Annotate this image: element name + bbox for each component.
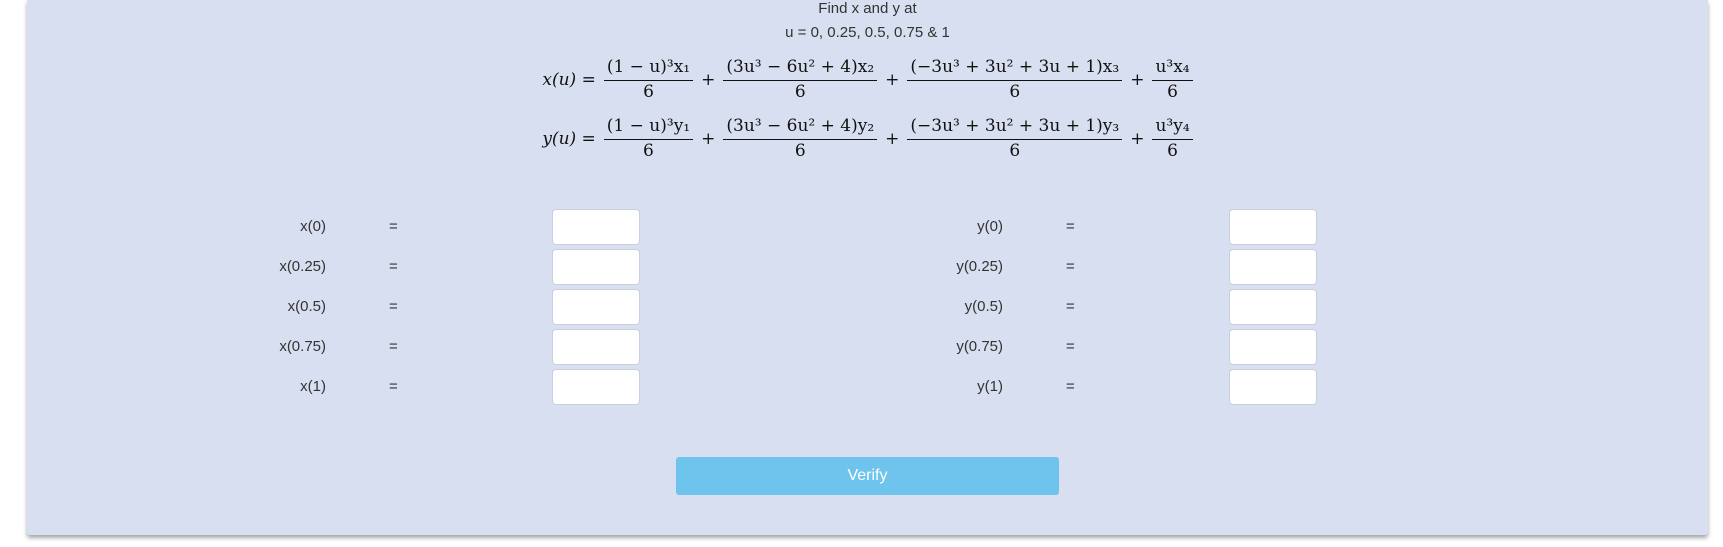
x-label: x(0): [300, 218, 326, 235]
y-term-1: (1 − u)³y₁ 6: [603, 116, 694, 161]
y-equals-sign: =: [1066, 378, 1075, 395]
y-term-3: (−3u³ + 3u² + 3u + 1)y₃ 6: [907, 116, 1123, 161]
x-term-1-numerator: (1 − u)³x₁: [603, 57, 694, 81]
x-label: x(0.5): [287, 298, 326, 315]
x-answer-input[interactable]: [552, 209, 640, 245]
x-equals-sign: =: [389, 378, 398, 395]
answer-row: x(0.75) = y(0.75) =: [27, 329, 1708, 365]
y-answer-input[interactable]: [1229, 369, 1317, 405]
x-term-4-numerator: u³x₄: [1152, 57, 1193, 81]
plus-sign: +: [701, 129, 716, 150]
x-term-1: (1 − u)³x₁ 6: [603, 57, 694, 102]
answer-row: x(1) = y(1) =: [27, 369, 1708, 405]
verify-button[interactable]: Verify: [676, 457, 1059, 495]
y-term-4-denominator: 6: [1167, 140, 1178, 161]
y-equation: y(u) = (1 − u)³y₁ 6 + (3u³ − 6u² + 4)y₂ …: [27, 116, 1708, 161]
answer-row: x(0.5) = y(0.5) =: [27, 289, 1708, 325]
plus-sign: +: [701, 70, 716, 91]
x-term-2-numerator: (3u³ − 6u² + 4)x₂: [723, 57, 878, 81]
x-equals-sign: =: [389, 258, 398, 275]
y-label: y(1): [977, 378, 1003, 395]
y-equals-sign: =: [1066, 338, 1075, 355]
y-label: y(0): [977, 218, 1003, 235]
plus-sign: +: [885, 70, 900, 91]
x-answer-input[interactable]: [552, 289, 640, 325]
y-equals-sign: =: [1066, 258, 1075, 275]
y-answer-input[interactable]: [1229, 329, 1317, 365]
x-answer-input[interactable]: [552, 369, 640, 405]
y-label: y(0.5): [964, 298, 1003, 315]
y-answer-input[interactable]: [1229, 249, 1317, 285]
x-term-3-numerator: (−3u³ + 3u² + 3u + 1)x₃: [907, 57, 1123, 81]
x-term-4-denominator: 6: [1167, 81, 1178, 102]
x-equation: x(u) = (1 − u)³x₁ 6 + (3u³ − 6u² + 4)x₂ …: [27, 57, 1708, 102]
problem-panel: Find x and y at u = 0, 0.25, 0.5, 0.75 &…: [27, 0, 1708, 535]
x-label: x(1): [300, 378, 326, 395]
y-term-1-denominator: 6: [643, 140, 654, 161]
y-term-3-numerator: (−3u³ + 3u² + 3u + 1)y₃: [907, 116, 1123, 140]
x-term-2: (3u³ − 6u² + 4)x₂ 6: [723, 57, 878, 102]
y-label: y(0.75): [956, 338, 1003, 355]
x-equals-sign: =: [389, 218, 398, 235]
x-term-3-denominator: 6: [1009, 81, 1021, 102]
y-term-2-numerator: (3u³ − 6u² + 4)y₂: [723, 116, 878, 140]
y-term-2-denominator: 6: [794, 140, 806, 161]
y-label: y(0.25): [956, 258, 1003, 275]
x-term-4: u³x₄ 6: [1152, 57, 1193, 102]
y-term-1-numerator: (1 − u)³y₁: [603, 116, 694, 140]
x-term-1-denominator: 6: [643, 81, 654, 102]
answer-row: x(0) = y(0) =: [27, 209, 1708, 245]
x-label: x(0.75): [279, 338, 326, 355]
y-equation-lhs: y(u) =: [542, 129, 596, 150]
x-equals-sign: =: [389, 338, 398, 355]
prompt-line-2: u = 0, 0.25, 0.5, 0.75 & 1: [785, 24, 950, 41]
y-equals-sign: =: [1066, 298, 1075, 315]
y-term-2: (3u³ − 6u² + 4)y₂ 6: [723, 116, 878, 161]
y-answer-input[interactable]: [1229, 289, 1317, 325]
x-label: x(0.25): [279, 258, 326, 275]
y-term-4-numerator: u³y₄: [1152, 116, 1193, 140]
y-term-3-denominator: 6: [1009, 140, 1021, 161]
plus-sign: +: [1130, 129, 1145, 150]
x-equation-lhs: x(u) =: [542, 70, 596, 91]
x-equals-sign: =: [389, 298, 398, 315]
y-term-4: u³y₄ 6: [1152, 116, 1193, 161]
y-answer-input[interactable]: [1229, 209, 1317, 245]
prompt-line-1: Find x and y at: [818, 0, 917, 17]
plus-sign: +: [1130, 70, 1145, 91]
x-answer-input[interactable]: [552, 329, 640, 365]
x-term-2-denominator: 6: [794, 81, 806, 102]
x-term-3: (−3u³ + 3u² + 3u + 1)x₃ 6: [907, 57, 1123, 102]
x-answer-input[interactable]: [552, 249, 640, 285]
answer-row: x(0.25) = y(0.25) =: [27, 249, 1708, 285]
y-equals-sign: =: [1066, 218, 1075, 235]
plus-sign: +: [885, 129, 900, 150]
